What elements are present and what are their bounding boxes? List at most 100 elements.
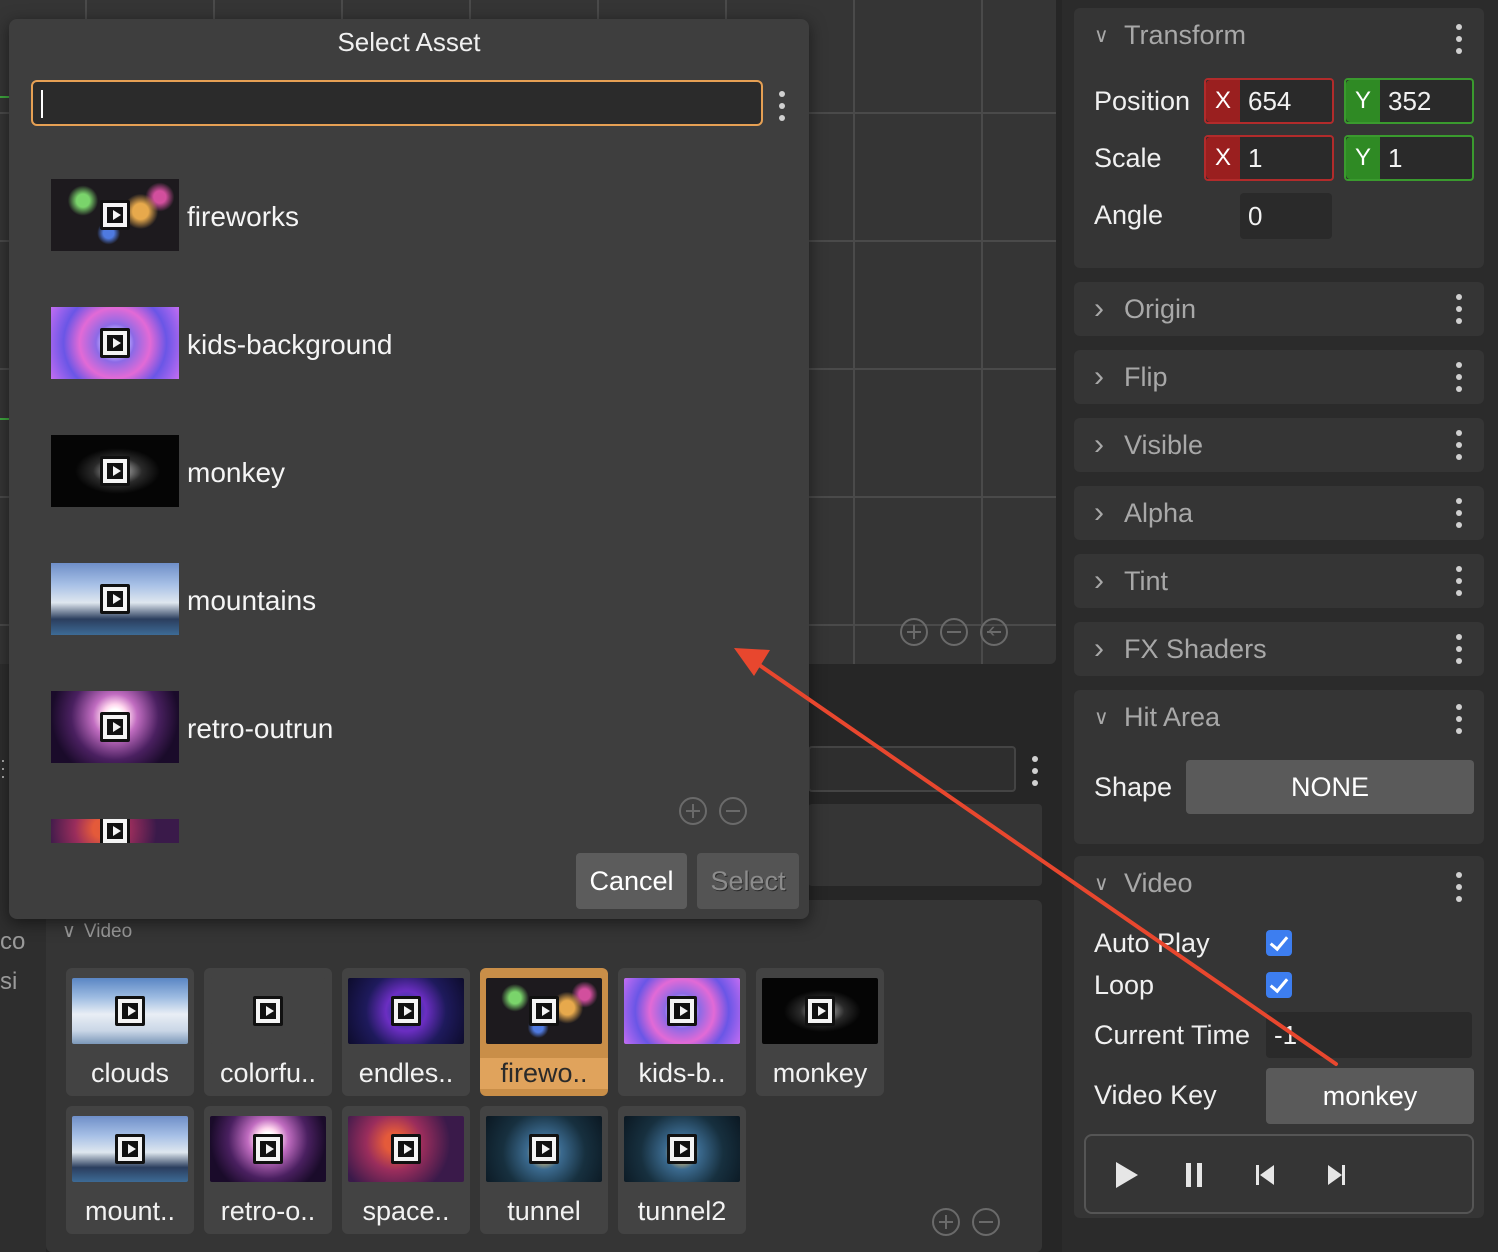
section-header[interactable]: › Flip [1094, 350, 1168, 404]
kebab-icon[interactable] [1456, 430, 1462, 464]
asset-list-label: mountains [187, 585, 317, 616]
scale-x-field[interactable]: X1 [1204, 135, 1334, 181]
video-file-icon [253, 996, 283, 1026]
zoom-in-icon[interactable] [679, 797, 707, 825]
inspector-section-flip[interactable]: › Flip [1074, 350, 1484, 404]
section-header[interactable]: › Alpha [1094, 486, 1193, 540]
asset-search-input[interactable] [808, 746, 1016, 792]
asset-tile[interactable]: tunnel2 [618, 1106, 746, 1234]
video-key-select[interactable]: monkey [1266, 1068, 1474, 1124]
kebab-icon[interactable] [1032, 756, 1038, 790]
asset-search-input[interactable] [31, 80, 763, 126]
asset-thumbnail [51, 691, 179, 763]
play-icon[interactable] [1110, 1160, 1140, 1190]
left-strip-text: co [0, 928, 26, 955]
chevron-right-icon: › [1094, 428, 1104, 461]
chevron-right-icon: › [1094, 632, 1104, 665]
asset-tile[interactable]: clouds [66, 968, 194, 1096]
cancel-button[interactable]: Cancel [576, 853, 687, 909]
video-file-icon [115, 1134, 145, 1164]
kebab-icon[interactable]: · · · [0, 751, 6, 785]
asset-tile[interactable]: firewo.. [480, 968, 608, 1096]
zoom-out-icon[interactable] [719, 797, 747, 825]
kebab-icon[interactable] [1456, 634, 1462, 668]
asset-tile[interactable]: mount.. [66, 1106, 194, 1234]
zoom-in-icon[interactable] [932, 1208, 960, 1236]
pause-icon[interactable] [1180, 1160, 1210, 1190]
asset-tile-label: monkey [772, 1058, 868, 1088]
asset-list-item[interactable] [51, 819, 651, 843]
y-axis-badge: Y [1346, 137, 1380, 179]
zoom-reset-icon[interactable] [980, 617, 1008, 646]
shape-label: Shape [1094, 772, 1173, 802]
asset-tile[interactable]: space.. [342, 1106, 470, 1234]
asset-thumbnail [624, 1116, 740, 1182]
zoom-in-icon[interactable] [900, 618, 928, 646]
inspector-section-origin[interactable]: › Origin [1074, 282, 1484, 336]
current-time-field[interactable]: -1 [1266, 1012, 1472, 1058]
position-y-value: 352 [1388, 85, 1432, 116]
asset-tile[interactable]: monkey [756, 968, 884, 1096]
section-header[interactable]: › Tint [1094, 554, 1168, 608]
canvas-zoom-controls [900, 617, 1008, 646]
video-key-label: Video Key [1094, 1080, 1217, 1110]
asset-thumbnail [210, 978, 326, 1044]
transform-header[interactable]: ∨ Transform [1094, 8, 1246, 62]
chevron-down-icon: ∨ [1094, 24, 1109, 47]
position-x-field[interactable]: X 654 [1204, 78, 1334, 124]
kebab-icon[interactable] [1456, 872, 1462, 906]
asset-tile[interactable]: tunnel [480, 1106, 608, 1234]
asset-thumbnail [486, 978, 602, 1044]
kebab-icon[interactable] [1456, 566, 1462, 600]
skip-back-icon[interactable] [1250, 1160, 1280, 1190]
inspector-section-fx-shaders[interactable]: › FX Shaders [1074, 622, 1484, 676]
position-y-field[interactable]: Y 352 [1344, 78, 1474, 124]
video-file-icon [805, 996, 835, 1026]
video-file-icon [100, 819, 130, 843]
zoom-out-icon[interactable] [940, 618, 968, 646]
asset-list-item[interactable]: kids-background [51, 307, 651, 379]
loop-checkbox[interactable] [1266, 972, 1292, 998]
asset-list-item[interactable]: fireworks [51, 179, 651, 251]
kebab-icon[interactable] [1456, 24, 1462, 58]
kebab-icon[interactable] [1456, 362, 1462, 396]
angle-field[interactable]: 0 [1240, 193, 1332, 239]
asset-tile[interactable]: kids-b.. [618, 968, 746, 1096]
section-header[interactable]: › Origin [1094, 282, 1196, 336]
auto-play-checkbox[interactable] [1266, 930, 1292, 956]
zoom-out-icon[interactable] [972, 1208, 1000, 1236]
kebab-icon[interactable] [1456, 704, 1462, 738]
section-header[interactable]: › FX Shaders [1094, 622, 1267, 676]
section-title: Video [1124, 867, 1193, 898]
asset-list-item[interactable]: monkey [51, 435, 651, 507]
select-button[interactable]: Select [697, 853, 799, 909]
asset-list-item[interactable]: mountains [51, 563, 651, 635]
inspector-section-alpha[interactable]: › Alpha [1074, 486, 1484, 540]
kebab-icon[interactable] [1456, 294, 1462, 328]
section-header[interactable]: › Visible [1094, 418, 1203, 472]
scale-y-field[interactable]: Y1 [1344, 135, 1474, 181]
inspector-section-visible[interactable]: › Visible [1074, 418, 1484, 472]
inspector-section-tint[interactable]: › Tint [1074, 554, 1484, 608]
asset-list-label: retro-outrun [187, 713, 334, 744]
select-asset-dialog: Select Asset fireworks kids-background mon… [9, 19, 809, 919]
kebab-icon[interactable] [1456, 498, 1462, 532]
skip-forward-icon[interactable] [1320, 1160, 1350, 1190]
media-controls [1084, 1134, 1474, 1214]
asset-tile[interactable]: colorfu.. [204, 968, 332, 1096]
asset-tile[interactable]: endles.. [342, 968, 470, 1096]
video-file-icon [667, 996, 697, 1026]
asset-list-item[interactable]: retro-outrun [51, 691, 651, 763]
kebab-icon[interactable] [779, 91, 785, 125]
asset-tile[interactable]: retro-o.. [204, 1106, 332, 1234]
video-header[interactable]: ∨ Video [1094, 856, 1193, 910]
asset-tile-label: retro-o.. [220, 1196, 316, 1226]
shape-select[interactable]: NONE [1186, 760, 1474, 814]
asset-tile-label: firewo.. [480, 1058, 608, 1089]
section-title: Transform [1124, 19, 1247, 50]
hit-area-header[interactable]: ∨ Hit Area [1094, 690, 1220, 744]
asset-section-header[interactable]: ∨ Video [62, 920, 132, 943]
position-label: Position [1094, 86, 1191, 116]
scale-y-value: 1 [1388, 142, 1403, 173]
left-strip-text: si [0, 968, 18, 995]
